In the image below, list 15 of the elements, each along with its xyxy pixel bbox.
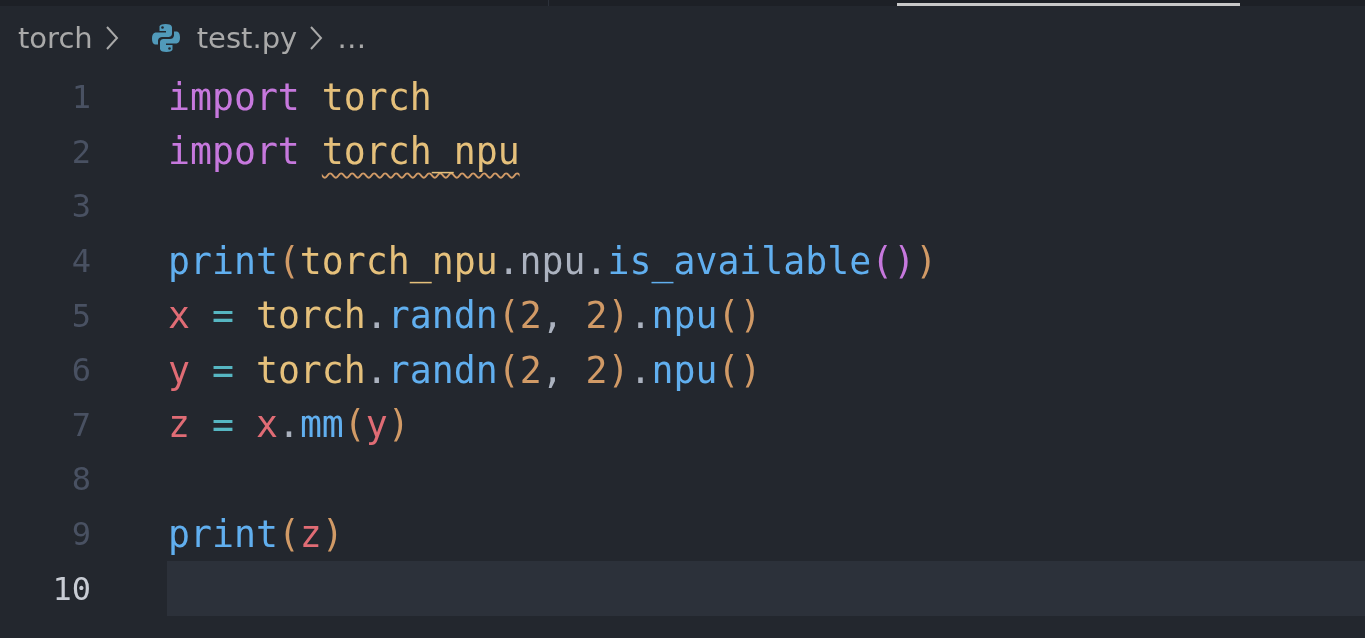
- code-line: import torch_npu: [168, 130, 520, 174]
- more-breadcrumb[interactable]: …: [337, 21, 367, 55]
- scrollbar-thumb[interactable]: [897, 3, 1240, 6]
- code-line: import torch: [168, 75, 432, 119]
- breadcrumb-item[interactable]: torch: [18, 21, 93, 55]
- code-line: z = x.mm(y): [168, 403, 410, 447]
- code-line: y = torch.randn(2, 2).npu(): [168, 348, 762, 392]
- python-file-icon: [150, 23, 181, 53]
- code-line: print(torch_npu.npu.is_available()): [168, 239, 938, 283]
- chevron-right-icon: [309, 25, 324, 51]
- line-number: 10: [51, 569, 91, 608]
- code-line: x = torch.randn(2, 2).npu(): [168, 294, 762, 338]
- chevron-right-icon: [104, 25, 119, 51]
- code-line: print(z): [168, 512, 344, 556]
- breadcrumb-item[interactable]: test.py: [196, 21, 298, 55]
